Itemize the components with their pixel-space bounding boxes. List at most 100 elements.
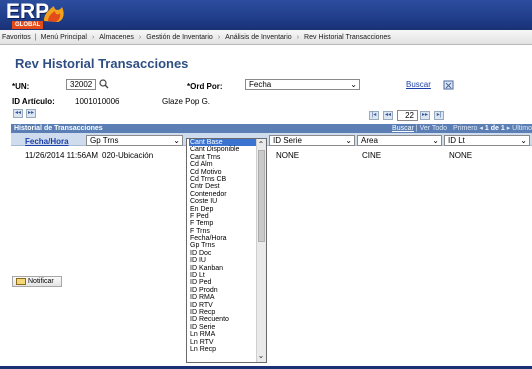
first-record-icon[interactable]: ◂◂ <box>13 109 23 118</box>
dropdown-option[interactable]: Ln RMA <box>189 331 257 338</box>
article-description: Glaze Pop G. <box>162 97 211 106</box>
dropdown-option[interactable]: ID Kanban <box>189 265 257 272</box>
dropdown-option[interactable]: ID Ped <box>189 279 257 286</box>
column-select-1[interactable]: Gp Trns ⌄ <box>86 135 183 146</box>
article-label: ID Artículo: <box>12 97 55 106</box>
column-select-1-value: Gp Trns <box>90 136 119 145</box>
chevron-down-icon[interactable]: ⌄ <box>257 351 265 360</box>
column-select-4[interactable]: Area ⌄ <box>357 135 442 146</box>
un-input[interactable]: 32002 <box>66 79 96 90</box>
dropdown-option[interactable]: ID RMA <box>189 294 257 301</box>
dropdown-option[interactable]: Cd Trns CB <box>189 176 257 183</box>
column-select-3[interactable]: ID Serie ⌄ <box>269 135 355 146</box>
column-select-5-value: ID Lt <box>448 136 465 145</box>
row-area: CINE <box>362 151 382 160</box>
search-link[interactable]: Buscar <box>406 80 431 89</box>
dropdown-option[interactable]: Contenedor <box>189 191 257 198</box>
menu-main[interactable]: Menú Principal <box>41 34 87 41</box>
breadcrumb-arrow-icon: › <box>91 33 95 41</box>
article-id: 1001010006 <box>75 97 120 106</box>
row-date: 11/26/2014 11:56AM <box>25 151 99 160</box>
dropdown-option[interactable]: Ln RTV <box>189 339 257 346</box>
chevron-down-icon: ⌄ <box>350 80 357 89</box>
breadcrumb-arrow-icon: › <box>296 33 300 41</box>
dropdown-option[interactable]: Gp Trns <box>189 242 257 249</box>
menu-bar: Favoritos | Menú Principal › Almacenes ›… <box>0 30 532 45</box>
dropdown-option[interactable]: F Temp <box>189 220 257 227</box>
dropdown-option[interactable]: Fecha/Hora <box>189 235 257 242</box>
lookup-icon[interactable] <box>99 79 109 91</box>
dropdown-option[interactable]: ID Doc <box>189 250 257 257</box>
chevron-up-icon[interactable]: ⌃ <box>257 140 265 149</box>
notify-button[interactable]: Notificar <box>12 276 62 287</box>
order-by-select[interactable]: Fecha ⌄ <box>245 79 360 90</box>
first-page-icon[interactable]: |◂ <box>369 111 379 120</box>
menu-warehouses[interactable]: Almacenes <box>99 34 134 41</box>
menu-favorites[interactable]: Favoritos <box>2 34 31 41</box>
menu-inventory-management[interactable]: Gestión de Inventario <box>146 34 213 41</box>
page-title: Rev Historial Transacciones <box>15 56 189 71</box>
page-number-input[interactable]: 22 <box>397 110 418 121</box>
grid-range-text: 1 de 1 <box>484 125 505 132</box>
dropdown-option[interactable]: ID Lt <box>189 272 257 279</box>
grid-toolbar: Buscar | Ver Todo Primero ◂ 1 de 1 ▸ Últ… <box>392 124 532 133</box>
dropdown-option[interactable]: ID IU <box>189 257 257 264</box>
menu-current-page[interactable]: Rev Historial Transacciones <box>304 34 391 41</box>
dropdown-option[interactable]: F Trns <box>189 228 257 235</box>
chevron-down-icon: ⌄ <box>345 136 352 145</box>
dropdown-option[interactable]: F Ped <box>189 213 257 220</box>
menu-separator: | <box>34 33 37 41</box>
dropdown-option[interactable]: ID Prodn <box>189 287 257 294</box>
row-location: 020-Ubicación <box>102 151 154 160</box>
dropdown-option[interactable]: ID RTV <box>189 302 257 309</box>
dropdown-option[interactable]: Cd Motivo <box>189 169 257 176</box>
breadcrumb-arrow-icon: › <box>217 33 221 41</box>
grid-last-link[interactable]: Último <box>512 125 532 132</box>
dropdown-option[interactable]: ID Recuento <box>189 316 257 323</box>
flame-icon <box>44 6 64 22</box>
notify-label: Notificar <box>28 278 54 285</box>
header-banner: ERP GLOBAL <box>0 0 532 30</box>
breadcrumb-arrow-icon: › <box>138 33 142 41</box>
mail-icon <box>16 278 26 285</box>
dropdown-option[interactable]: En Dep <box>189 206 257 213</box>
dropdown-option[interactable]: ID Serie <box>189 324 257 331</box>
dropdown-option[interactable]: Cant Base <box>188 139 258 148</box>
grid-header: Historial de Transacciones Buscar | Ver … <box>11 124 532 133</box>
dropdown-option[interactable]: Ln Recp <box>189 346 257 353</box>
row-serie: NONE <box>276 151 300 160</box>
dropdown-option[interactable]: Cd Alm <box>189 161 257 168</box>
order-by-value: Fecha <box>249 80 272 89</box>
column-select-5[interactable]: ID Lt ⌄ <box>444 135 530 146</box>
last-page-icon[interactable]: ▸| <box>434 111 444 120</box>
previous-page-icon[interactable]: ◂◂ <box>383 111 393 120</box>
grid-view-all-link[interactable]: Ver Todo <box>420 125 448 132</box>
scrollbar-thumb[interactable] <box>258 150 265 242</box>
clear-icon[interactable] <box>443 79 454 92</box>
column-dropdown-list[interactable]: Cant Base Cant Disponible Cant Trns Cd Alm C… <box>186 138 267 363</box>
column-select-4-value: Area <box>361 136 378 145</box>
chevron-down-icon: ⌄ <box>432 136 439 145</box>
row-lot: NONE <box>449 151 473 160</box>
grid-find-link[interactable]: Buscar <box>392 125 414 132</box>
column-date[interactable]: Fecha/Hora <box>25 137 69 146</box>
erp-logo[interactable]: ERP GLOBAL <box>6 0 70 29</box>
dropdown-option[interactable]: Cant Trns <box>189 154 257 161</box>
dropdown-option[interactable]: Cntr Dest <box>189 183 257 190</box>
un-label: *UN: <box>12 82 30 91</box>
chevron-down-icon: ⌄ <box>520 136 527 145</box>
dropdown-option[interactable]: Coste IU <box>189 198 257 205</box>
grid-tool-separator <box>449 125 451 132</box>
logo-subtitle: GLOBAL <box>12 21 44 29</box>
grid-first-link[interactable]: Primero <box>453 125 478 132</box>
dropdown-scrollbar[interactable]: ⌃ ⌄ <box>256 139 266 362</box>
dropdown-options: Cant Base Cant Disponible Cant Trns Cd Alm C… <box>188 139 258 353</box>
grid-title: Historial de Transacciones <box>14 125 103 132</box>
menu-inventory-analysis[interactable]: Análisis de Inventario <box>225 34 292 41</box>
dropdown-option[interactable]: Cant Disponible <box>189 146 257 153</box>
column-select-3-value: ID Serie <box>273 136 302 145</box>
dropdown-option[interactable]: ID Recp <box>189 309 257 316</box>
order-by-label: *Ord Por: <box>187 82 223 91</box>
next-page-icon[interactable]: ▸▸ <box>420 111 430 120</box>
last-record-icon[interactable]: ▸▸ <box>26 109 36 118</box>
